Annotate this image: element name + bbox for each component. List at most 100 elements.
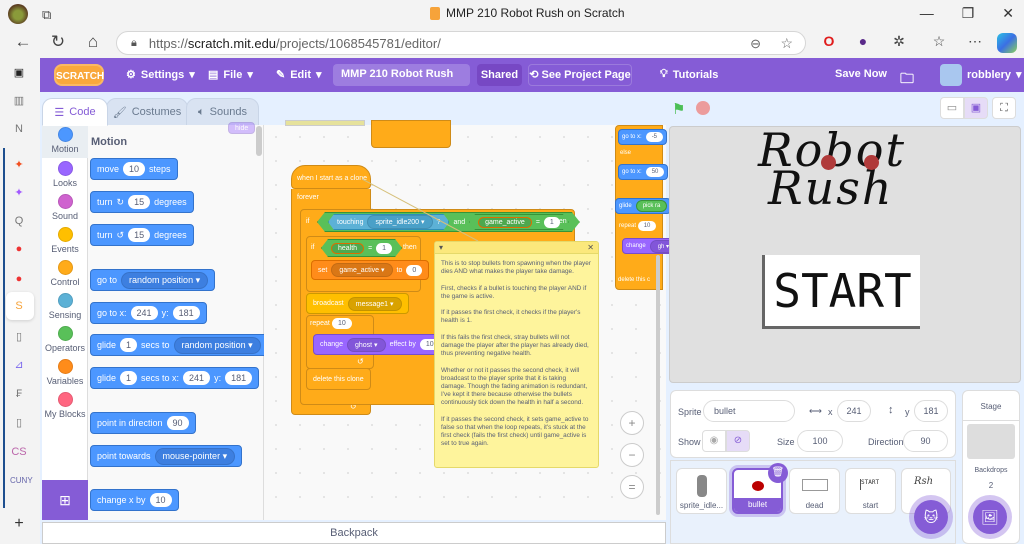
backpack[interactable]: Backpack	[42, 522, 666, 544]
document-tab-icon[interactable]: ▯	[10, 328, 28, 346]
comment-collapse-icon[interactable]: ▾	[439, 243, 443, 252]
framer-tab-icon[interactable]: ₣	[10, 385, 28, 403]
category-my-blocks[interactable]: My Blocks	[42, 392, 88, 419]
minimize-button[interactable]: —	[920, 5, 934, 22]
copilot-icon[interactable]	[997, 33, 1017, 53]
my-stuff-folder-icon[interactable]: 🗀	[900, 68, 914, 92]
variable-reporter[interactable]: game_active	[478, 217, 532, 228]
block-input[interactable]: 15	[128, 195, 151, 209]
delete-clone-block[interactable]: delete this clone	[306, 368, 371, 390]
sprite-tile[interactable]: sprite_idle...	[676, 468, 727, 514]
new-tab-plus-icon[interactable]: +	[10, 515, 28, 533]
palette-block-change-x[interactable]: change x by 10	[90, 489, 179, 511]
show-hidden-button[interactable]: ⊘	[726, 430, 750, 452]
profile-avatar[interactable]	[8, 4, 28, 24]
pick-random-block[interactable]: pick ra	[635, 200, 668, 212]
category-motion[interactable]: Motion	[42, 125, 88, 158]
back-icon[interactable]: ←	[12, 32, 34, 52]
block-input[interactable]: 10	[332, 318, 352, 329]
add-extension-button[interactable]: ⊞	[42, 480, 88, 520]
go-to-xy-block[interactable]: go to x: 50	[618, 164, 669, 180]
block-dropdown[interactable]: message1	[347, 296, 402, 311]
account-menu[interactable]: robblery ▾	[967, 68, 1022, 82]
browser-tab[interactable]: MMP 210 Robot Rush on Scratch	[430, 6, 625, 20]
restore-button[interactable]: ❐	[962, 5, 975, 22]
category-looks[interactable]: Looks	[42, 161, 88, 188]
tab-actions-icon[interactable]: ⧉	[42, 7, 51, 23]
colorful-tab-icon[interactable]: ●	[10, 270, 28, 288]
category-sensing[interactable]: Sensing	[42, 293, 88, 320]
notion-icon[interactable]: N	[10, 120, 28, 138]
script-vertical-scrollbar[interactable]	[656, 255, 660, 515]
sprite-tile[interactable]: dead	[789, 468, 840, 514]
zoom-in-button[interactable]: +	[620, 411, 644, 435]
block-dropdown[interactable]: random position	[121, 271, 209, 289]
palette-block-glide-xy[interactable]: glide 1 secs to x: 241 y: 181	[90, 367, 260, 389]
cs-tab-icon[interactable]: CS	[10, 443, 28, 461]
category-control[interactable]: Control	[42, 260, 88, 287]
glide-block[interactable]: glide pick ra	[615, 198, 672, 214]
figma-tab-icon[interactable]: ✦	[10, 156, 28, 174]
url-text[interactable]: https://scratch.mit.edu/projects/1068545…	[149, 36, 441, 51]
small-stage-button[interactable]: ▭	[940, 97, 964, 119]
stage-canvas[interactable]: Robot Rush START	[669, 126, 1021, 383]
block-input[interactable]: 0	[406, 264, 423, 276]
zoom-out-icon[interactable]: ⊖	[750, 36, 761, 52]
script-hat-block[interactable]: when I start as a clone	[291, 165, 371, 189]
scratch-logo[interactable]: SCRATCH	[54, 64, 104, 86]
save-now-button[interactable]: Save Now	[835, 68, 887, 80]
change-effect-block[interactable]: changeghosteffect by10	[313, 334, 447, 355]
tutorials-button[interactable]: 💡︎ Tutorials	[660, 68, 718, 81]
palette-block-point-towards[interactable]: point towards mouse-pointer	[90, 445, 243, 467]
extension-icon[interactable]: ●	[854, 33, 872, 51]
script-comment[interactable]: ▾ ✕ This is to stop bullets from spawnin…	[434, 241, 599, 468]
address-bar[interactable]: 🔒︎ https://scratch.mit.edu/projects/1068…	[116, 31, 806, 55]
category-variables[interactable]: Variables	[42, 359, 88, 386]
block-input[interactable]: 241	[183, 371, 211, 385]
block-input[interactable]: 181	[225, 371, 253, 385]
close-window-button[interactable]: ✕	[1002, 5, 1014, 22]
block-dropdown[interactable]: ghost	[346, 337, 386, 352]
block-dropdown[interactable]: mouse-pointer	[154, 447, 236, 465]
block-input[interactable]: 10	[149, 493, 172, 507]
sidebar-toggle-icon[interactable]: ▣	[10, 64, 28, 82]
search-tab-icon[interactable]: Q	[10, 212, 28, 230]
settings-menu[interactable]: ⚙ Settings ▾	[126, 68, 195, 82]
block-input[interactable]: 50	[645, 167, 665, 177]
sprite-tile[interactable]: START start	[845, 468, 896, 514]
palette-block-glide-to[interactable]: glide 1 secs to random position	[90, 334, 268, 356]
palette-block-hide[interactable]: hide	[228, 122, 256, 134]
partial-comment[interactable]	[285, 120, 365, 126]
more-menu-icon[interactable]: ⋯	[966, 33, 984, 51]
chart-tab-icon[interactable]: ⊿	[10, 356, 28, 374]
block-input[interactable]: 10	[123, 162, 146, 176]
block-input[interactable]: 10	[637, 221, 657, 231]
trello-icon[interactable]: ▥	[10, 92, 28, 110]
block-dropdown[interactable]: game_active	[331, 263, 393, 277]
shared-button[interactable]: Shared	[477, 64, 522, 86]
broadcast-block[interactable]: broadcast message1	[306, 293, 409, 314]
zoom-reset-button[interactable]: =	[620, 475, 644, 499]
y-position-input[interactable]: 181	[914, 400, 948, 422]
palette-scrollbar[interactable]	[256, 126, 262, 156]
block-input[interactable]: -5	[645, 132, 664, 142]
colorful-tab-icon[interactable]: ●	[10, 240, 28, 258]
set-variable-block[interactable]: setgame_activeto0	[311, 260, 430, 280]
zoom-out-button[interactable]: −	[620, 443, 644, 467]
category-operators[interactable]: Operators	[42, 326, 88, 353]
favorite-star-icon[interactable]: ☆	[780, 35, 793, 52]
lock-icon[interactable]: 🔒︎	[131, 37, 137, 50]
block-input[interactable]: 1	[120, 371, 138, 385]
palette-block-turn-right[interactable]: turn ↻ 15 degrees	[90, 191, 194, 213]
block-input[interactable]: 241	[130, 306, 158, 320]
stop-sign-icon[interactable]	[696, 101, 710, 115]
x-position-input[interactable]: 241	[837, 400, 871, 422]
block-input[interactable]: 15	[128, 228, 151, 242]
start-button[interactable]: START	[762, 255, 920, 329]
cuny-tab-icon[interactable]: CUNY	[10, 472, 33, 490]
sprite-name-input[interactable]: bullet	[703, 400, 795, 422]
choose-backdrop-button[interactable]: 🖼︎	[973, 500, 1007, 534]
palette-block-go-to-xy[interactable]: go to x: 241 y: 181	[90, 302, 207, 324]
comment-text[interactable]: This is to stop bullets from spawning wh…	[435, 254, 598, 455]
figma-tab-icon[interactable]: ✦	[10, 184, 28, 202]
